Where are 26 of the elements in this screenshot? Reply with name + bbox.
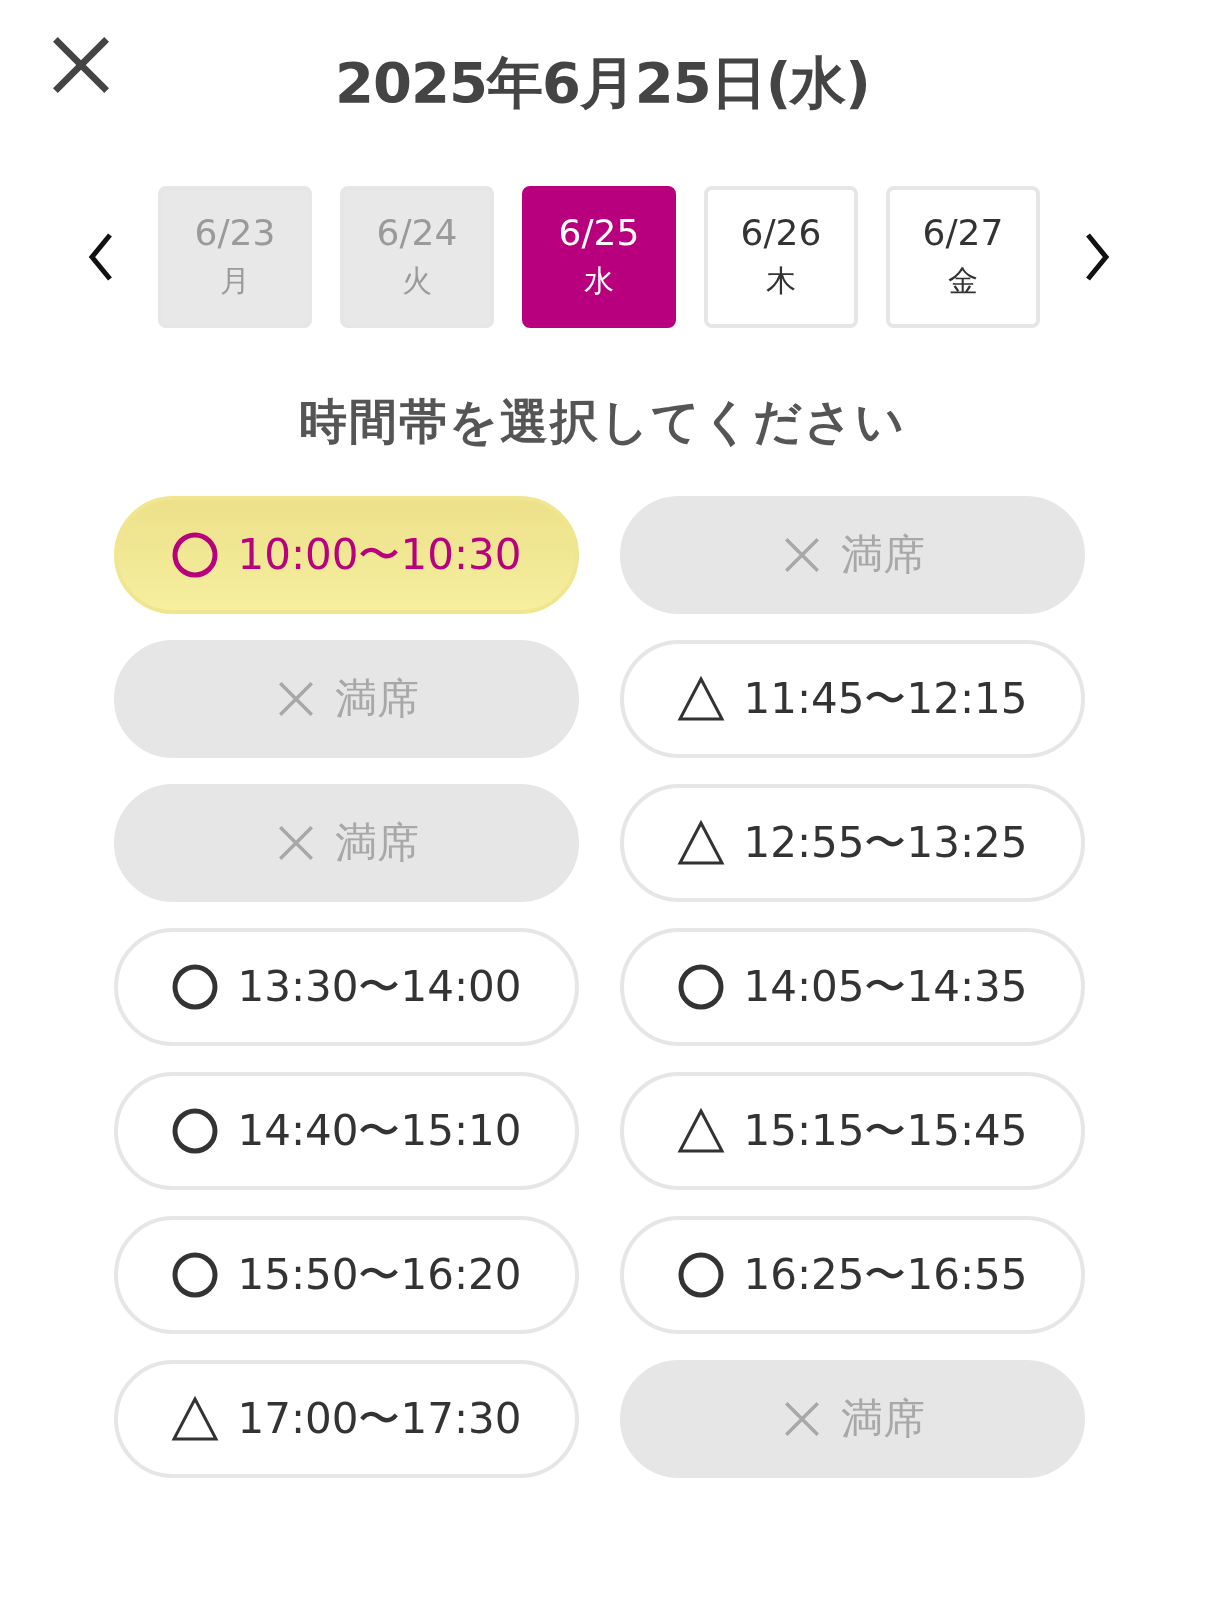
circle-icon <box>677 963 726 1011</box>
date-title: 2025年6月25日(水) <box>334 49 871 117</box>
close-button[interactable] <box>52 36 110 94</box>
time-slot-button[interactable]: 14:40〜15:10 <box>114 1072 579 1190</box>
time-slot-button[interactable]: 15:50〜16:20 <box>114 1216 579 1334</box>
time-slot-button[interactable]: 14:05〜14:35 <box>620 928 1085 1046</box>
date-tab[interactable]: 6/25 水 <box>522 186 676 328</box>
triangle-icon <box>677 819 726 867</box>
time-slot-button[interactable]: 17:00〜17:30 <box>114 1360 579 1478</box>
circle-icon <box>677 1251 726 1299</box>
triangle-icon <box>171 1395 220 1443</box>
circle-icon <box>171 531 220 579</box>
time-slot-button[interactable]: 16:25〜16:55 <box>620 1216 1085 1334</box>
time-slot-button[interactable]: 10:00〜10:30 <box>114 496 579 614</box>
date-tab[interactable]: 6/27 金 <box>886 186 1040 328</box>
date-tab[interactable]: 6/26 木 <box>704 186 858 328</box>
time-slot-button[interactable]: 13:30〜14:00 <box>114 928 579 1046</box>
triangle-icon <box>677 675 726 723</box>
time-slot-button[interactable]: 11:45〜12:15 <box>620 640 1085 758</box>
section-heading: 時間帯を選択してください <box>298 392 907 451</box>
time-slot-button[interactable]: 15:15〜15:45 <box>620 1072 1085 1190</box>
circle-icon <box>171 1251 220 1299</box>
triangle-icon <box>677 1107 726 1155</box>
circle-icon <box>171 1107 220 1155</box>
circle-icon <box>171 963 220 1011</box>
time-slot-button[interactable]: 12:55〜13:25 <box>620 784 1085 902</box>
